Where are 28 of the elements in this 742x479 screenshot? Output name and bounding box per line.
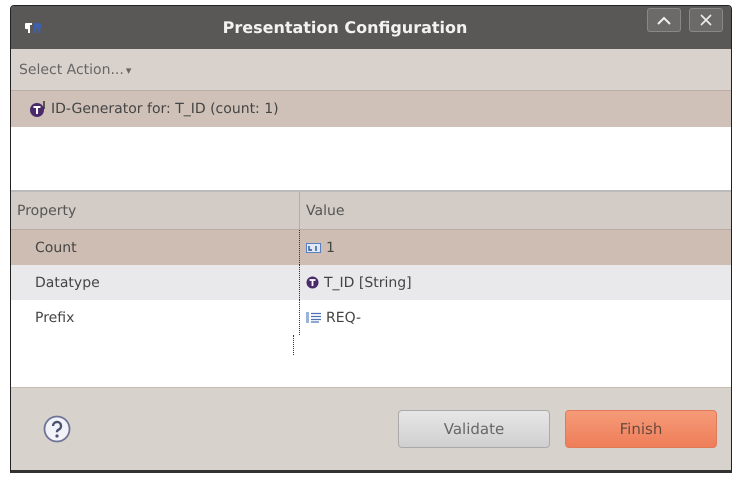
property-name: Prefix <box>35 310 74 326</box>
table-row[interactable]: Prefix REQ- <box>11 300 731 335</box>
property-name: Count <box>35 240 77 256</box>
property-value: 1 <box>326 240 335 256</box>
finish-button[interactable]: Finish <box>565 410 717 448</box>
dropdown-arrow: ▾ <box>126 64 132 76</box>
maximize-button[interactable] <box>647 8 681 32</box>
close-icon <box>700 14 712 26</box>
close-button[interactable] <box>689 8 723 32</box>
validate-button[interactable]: Validate <box>398 410 550 448</box>
property-value: T_ID [String] <box>324 274 412 290</box>
property-value: REQ- <box>326 310 362 326</box>
table-row[interactable]: Datatype T_ID [String] <box>11 265 731 300</box>
logo-icon <box>25 22 43 34</box>
chevron-up-icon <box>657 16 671 24</box>
window-title: Presentation Configuration <box>222 18 468 37</box>
tree-item[interactable]: ID-Generator for: T_ID (count: 1) <box>11 91 731 127</box>
type-icon <box>306 276 319 289</box>
property-name: Datatype <box>35 274 100 290</box>
table-row[interactable]: Count 1 <box>11 230 731 265</box>
column-header[interactable]: Value <box>299 192 731 229</box>
number-icon <box>306 242 321 252</box>
type-icon <box>29 100 47 118</box>
select-action-menu[interactable]: Select Action...▾ <box>19 62 132 78</box>
text-list-icon <box>306 312 321 323</box>
help-button[interactable] <box>43 415 71 443</box>
column-header[interactable]: Property <box>11 192 299 229</box>
help-icon <box>43 415 71 443</box>
